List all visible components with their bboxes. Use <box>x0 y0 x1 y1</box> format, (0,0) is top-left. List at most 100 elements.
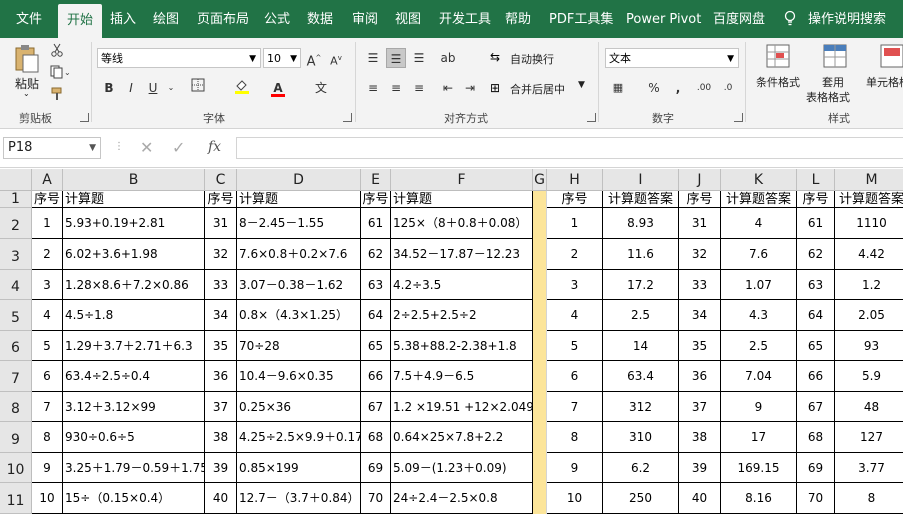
align-center-icon[interactable]: ≡ <box>386 78 406 98</box>
table-cell[interactable]: 1.29＋3.7＋2.71＋6.3 <box>63 331 205 361</box>
table-cell[interactable]: 67 <box>361 392 391 422</box>
table-cell[interactable]: 0.85×199 <box>237 453 361 483</box>
table-cell[interactable]: 1 <box>547 208 603 239</box>
increase-indent-icon[interactable]: ⇥ <box>460 78 480 98</box>
font-color-icon[interactable]: A <box>268 78 288 98</box>
table-cell[interactable]: 5 <box>547 331 603 361</box>
table-cell[interactable]: 310 <box>603 422 679 453</box>
table-cell[interactable]: 68 <box>797 422 835 453</box>
table-cell[interactable]: 15÷（0.15×0.4） <box>63 483 205 514</box>
table-cell[interactable]: 34.52－17.87－12.23 <box>391 239 533 270</box>
table-cell[interactable]: 7.04 <box>721 361 797 392</box>
table-cell[interactable]: 7.5＋4.9－6.5 <box>391 361 533 392</box>
table-cell[interactable]: 63.4÷2.5÷0.4 <box>63 361 205 392</box>
table-cell[interactable]: 32 <box>205 239 237 270</box>
column-header-a[interactable]: A <box>32 169 63 191</box>
merge-center-button[interactable]: 合并后居中 <box>510 81 565 97</box>
accounting-format-icon[interactable]: ▦ <box>608 78 628 98</box>
table-cell[interactable]: 4.5÷1.8 <box>63 300 205 331</box>
menu-draw[interactable]: 绘图 <box>153 0 179 38</box>
column-header-g[interactable]: G <box>533 169 547 191</box>
table-cell[interactable]: 8 <box>547 422 603 453</box>
table-cell[interactable]: 7 <box>32 392 63 422</box>
table-cell[interactable]: 62 <box>797 239 835 270</box>
table-cell[interactable]: 3 <box>547 270 603 300</box>
header-cell[interactable]: 计算题答案 <box>835 191 903 208</box>
table-cell[interactable] <box>533 483 547 514</box>
column-header-d[interactable]: D <box>237 169 361 191</box>
table-cell[interactable]: 67 <box>797 392 835 422</box>
table-cell[interactable]: 2 <box>547 239 603 270</box>
table-cell[interactable]: 70 <box>797 483 835 514</box>
table-cell[interactable]: 63.4 <box>603 361 679 392</box>
header-cell[interactable]: 序号 <box>679 191 721 208</box>
table-cell[interactable]: 24÷2.4－2.5×0.8 <box>391 483 533 514</box>
table-cell[interactable]: 70 <box>361 483 391 514</box>
table-cell[interactable]: 4 <box>721 208 797 239</box>
decrease-decimal-icon[interactable]: .0 <box>718 78 738 98</box>
decrease-indent-icon[interactable]: ⇤ <box>438 78 458 98</box>
table-cell[interactable]: 127 <box>835 422 903 453</box>
table-cell[interactable]: 65 <box>797 331 835 361</box>
table-cell[interactable]: 3.77 <box>835 453 903 483</box>
increase-decimal-icon[interactable]: .00 <box>694 78 714 98</box>
header-cell[interactable]: 计算题答案 <box>603 191 679 208</box>
menu-data[interactable]: 数据 <box>307 0 333 38</box>
table-cell[interactable]: 38 <box>679 422 721 453</box>
cut-icon[interactable] <box>50 42 64 57</box>
table-cell[interactable] <box>533 453 547 483</box>
tell-me-search[interactable]: 操作说明搜索 <box>808 0 886 38</box>
cancel-icon[interactable]: ✕ <box>140 138 153 157</box>
header-cell[interactable] <box>533 191 547 208</box>
table-cell[interactable]: 61 <box>361 208 391 239</box>
table-cell[interactable]: 69 <box>361 453 391 483</box>
table-cell[interactable] <box>533 331 547 361</box>
clipboard-launcher-icon[interactable] <box>80 113 89 122</box>
table-cell[interactable]: 1.2 <box>835 270 903 300</box>
borders-icon[interactable] <box>188 78 208 98</box>
table-cell[interactable] <box>533 422 547 453</box>
cell-styles-icon[interactable] <box>880 44 903 70</box>
merge-dropdown-icon[interactable]: ▼ <box>578 80 585 90</box>
table-cell[interactable]: 2.5 <box>721 331 797 361</box>
menu-review[interactable]: 审阅 <box>352 0 378 38</box>
header-cell[interactable]: 序号 <box>205 191 237 208</box>
wrap-text-icon[interactable]: ⇆ <box>490 50 500 64</box>
table-cell[interactable] <box>533 392 547 422</box>
table-cell[interactable]: 5.38+88.2-2.38+1.8 <box>391 331 533 361</box>
table-cell[interactable]: 64 <box>361 300 391 331</box>
table-cell[interactable]: 1110 <box>835 208 903 239</box>
table-cell[interactable]: 64 <box>797 300 835 331</box>
menu-developer[interactable]: 开发工具 <box>439 0 491 38</box>
table-cell[interactable] <box>533 361 547 392</box>
table-cell[interactable]: 0.8×（4.3×1.25） <box>237 300 361 331</box>
header-cell[interactable]: 序号 <box>32 191 63 208</box>
menu-pdf-tools[interactable]: PDF工具集 <box>549 0 613 38</box>
table-cell[interactable]: 1.28×8.6＋7.2×0.86 <box>63 270 205 300</box>
column-header-k[interactable]: K <box>721 169 797 191</box>
underline-button[interactable]: U <box>143 78 163 98</box>
table-cell[interactable]: 36 <box>205 361 237 392</box>
table-cell[interactable] <box>533 270 547 300</box>
column-header-l[interactable]: L <box>797 169 835 191</box>
table-cell[interactable]: 7 <box>547 392 603 422</box>
menu-insert[interactable]: 插入 <box>110 0 136 38</box>
table-cell[interactable]: 61 <box>797 208 835 239</box>
table-cell[interactable]: 48 <box>835 392 903 422</box>
table-cell[interactable] <box>533 208 547 239</box>
table-cell[interactable]: 0.64×25×7.8+2.2 <box>391 422 533 453</box>
column-header-b[interactable]: B <box>63 169 205 191</box>
table-cell[interactable]: 36 <box>679 361 721 392</box>
menu-home[interactable]: 开始 <box>58 4 103 38</box>
phonetic-icon[interactable]: 文 <box>311 78 331 98</box>
table-cell[interactable]: 6 <box>547 361 603 392</box>
table-cell[interactable]: 2 <box>32 239 63 270</box>
table-cell[interactable]: 4 <box>547 300 603 331</box>
table-cell[interactable]: 31 <box>679 208 721 239</box>
table-cell[interactable]: 10 <box>32 483 63 514</box>
table-cell[interactable] <box>533 239 547 270</box>
row-header[interactable]: 1 <box>0 191 32 208</box>
table-cell[interactable]: 1.2 ×19.51 +12×2.049 <box>391 392 533 422</box>
name-box[interactable]: P18 ▼ <box>3 137 101 159</box>
header-cell[interactable]: 序号 <box>797 191 835 208</box>
